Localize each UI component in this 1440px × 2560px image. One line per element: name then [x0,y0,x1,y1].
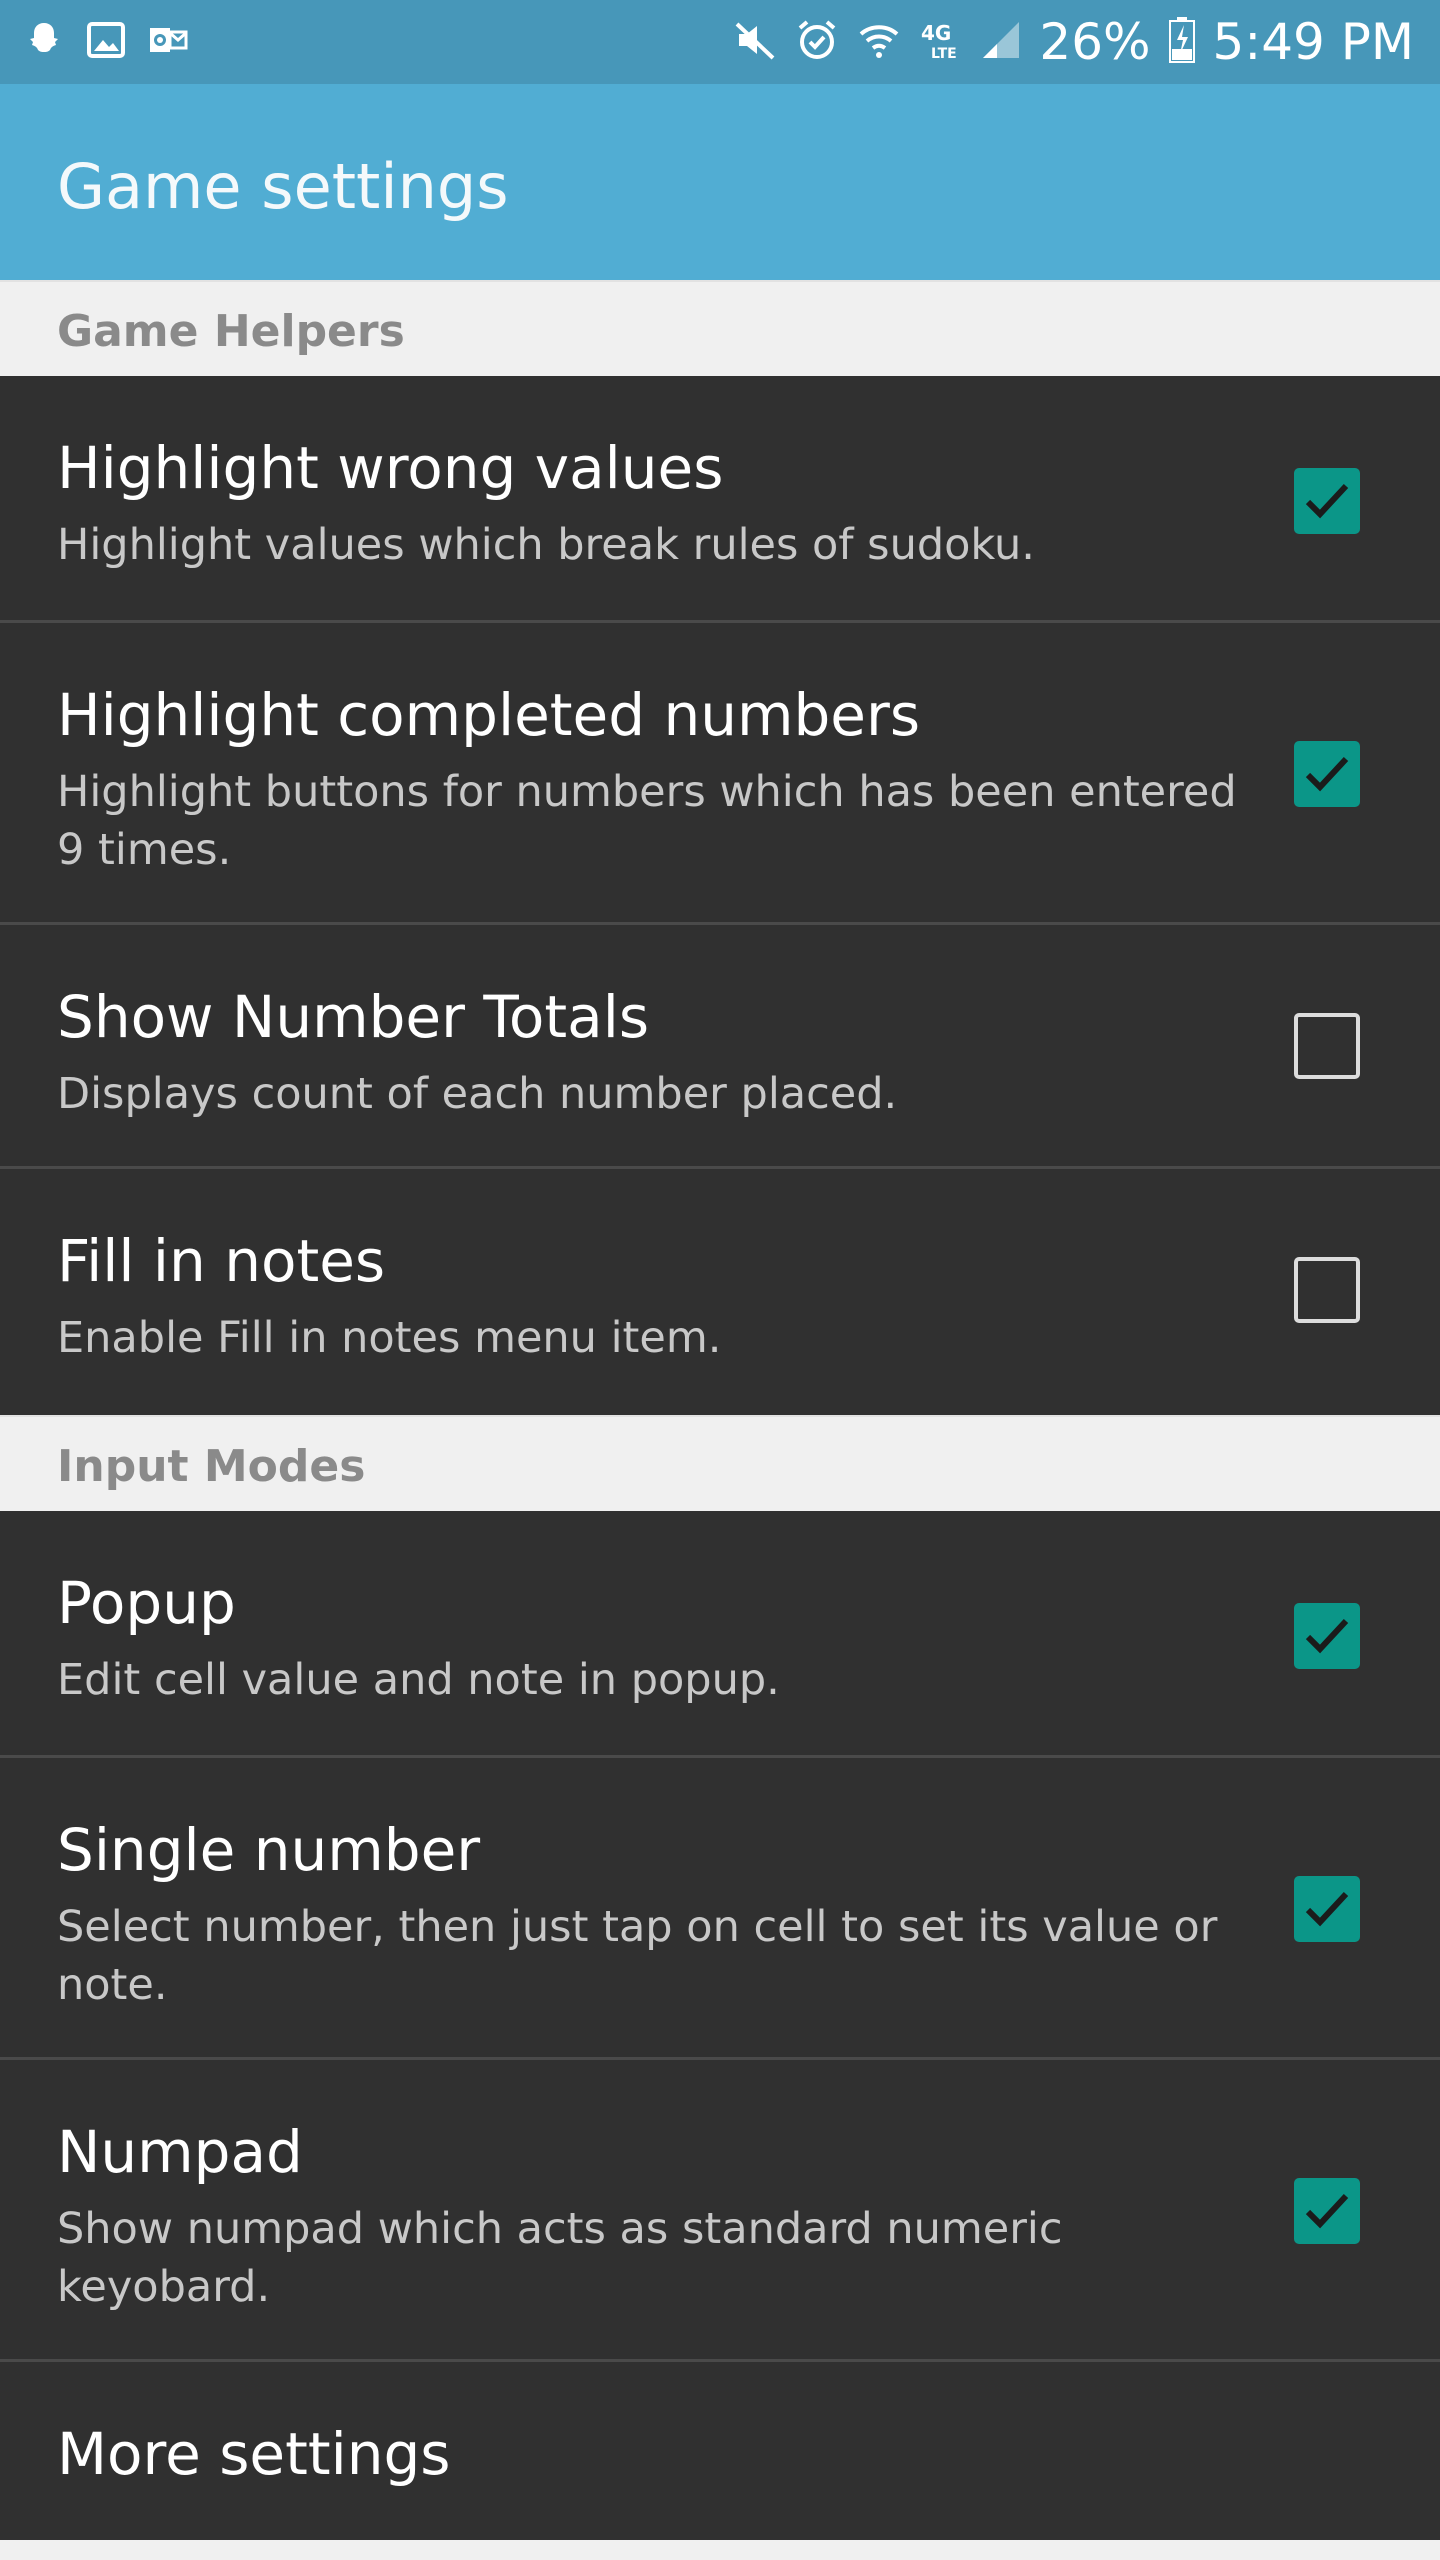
pref-item-more-settings[interactable]: More settings [0,2362,1440,2540]
pref-item-numpad[interactable]: Numpad Show numpad which acts as standar… [0,2060,1440,2362]
pref-summary: Displays count of each number placed. [57,1069,898,1119]
pref-title: Fill in notes [57,1227,386,1295]
section-title: Input Modes [57,1441,366,1492]
mute-icon [733,18,777,66]
pref-title: Highlight completed numbers [57,681,921,749]
checkbox-unchecked[interactable] [1294,1257,1360,1323]
section-title: Game Helpers [57,306,405,357]
gallery-icon [86,20,126,64]
snapchat-icon [24,20,64,64]
check-icon [1305,1618,1349,1654]
pref-item-highlight-wrong-values[interactable]: Highlight wrong values Highlight values … [0,376,1440,623]
pref-summary: Show numpad which acts as standard numer… [57,2204,1063,2312]
page-title: Game settings [57,150,509,223]
status-bar: 4G LTE 26% 5:49 PM [0,0,1440,84]
pref-item-fill-in-notes[interactable]: Fill in notes Enable Fill in notes menu … [0,1169,1440,1415]
check-icon [1305,756,1349,792]
pref-title: Show Number Totals [57,983,650,1051]
pref-item-popup[interactable]: Popup Edit cell value and note in popup. [0,1511,1440,1758]
pref-summary: Highlight buttons for numbers which has … [57,767,1237,875]
clock: 5:49 PM [1212,13,1414,71]
checkbox-checked[interactable] [1294,468,1360,534]
pref-item-single-number[interactable]: Single number Select number, then just t… [0,1758,1440,2060]
svg-text:4G: 4G [921,21,951,45]
checkbox-checked[interactable] [1294,1876,1360,1942]
checkbox-checked[interactable] [1294,1603,1360,1669]
app-bar: Game settings [0,84,1440,280]
section-header-input-modes: Input Modes [0,1415,1440,1513]
pref-title: Numpad [57,2118,303,2186]
pref-summary: Select number, then just tap on cell to … [57,1902,1218,2010]
battery-charging-icon [1168,17,1195,67]
checkbox-checked[interactable] [1294,741,1360,807]
svg-text:LTE: LTE [931,46,957,62]
signal-icon [981,18,1021,66]
pref-item-highlight-completed-numbers[interactable]: Highlight completed numbers Highlight bu… [0,623,1440,925]
alarm-icon [795,18,839,66]
outlook-icon [148,20,188,64]
pref-summary: Enable Fill in notes menu item. [57,1313,722,1363]
pref-title: Popup [57,1569,236,1637]
check-icon [1305,1891,1349,1927]
pref-summary: Highlight values which break rules of su… [57,520,1035,570]
checkbox-checked[interactable] [1294,2178,1360,2244]
wifi-icon [857,18,901,66]
checkbox-unchecked[interactable] [1294,1013,1360,1079]
pref-summary: Edit cell value and note in popup. [57,1655,780,1705]
pref-title: Single number [57,1816,481,1884]
pref-title: Highlight wrong values [57,434,724,502]
more-settings-label: More settings [57,2420,451,2488]
pref-item-show-number-totals[interactable]: Show Number Totals Displays count of eac… [0,925,1440,1169]
section-header-game-helpers: Game Helpers [0,280,1440,378]
check-icon [1305,2193,1349,2229]
network-4g-icon: 4G LTE [919,18,963,66]
check-icon [1305,483,1349,519]
battery-percent: 26% [1039,13,1151,71]
